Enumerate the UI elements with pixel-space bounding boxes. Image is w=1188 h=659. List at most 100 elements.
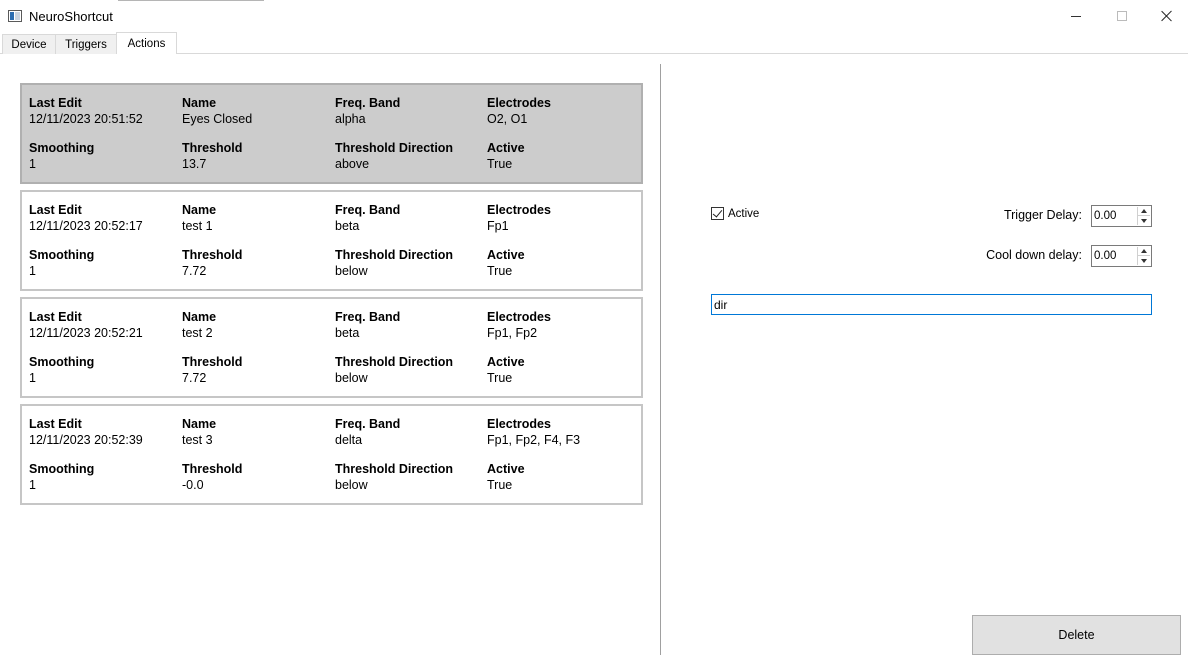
field-value-threshold: -0.0 xyxy=(182,478,204,492)
field-value-smoothing: 1 xyxy=(29,478,36,492)
minimize-icon xyxy=(1071,15,1081,17)
field-value-last-edit: 12/11/2023 20:51:52 xyxy=(29,112,143,126)
field-label-name: Name xyxy=(182,96,217,110)
field-value-last-edit: 12/11/2023 20:52:39 xyxy=(29,433,143,447)
cooldown-delay-arrows xyxy=(1137,247,1150,265)
close-button[interactable] xyxy=(1144,0,1188,32)
field-label-threshold: Threshold xyxy=(182,141,243,155)
window-title: NeuroShortcut xyxy=(29,9,113,24)
tab-device[interactable]: Device xyxy=(2,34,56,54)
field-value-last-edit: 12/11/2023 20:52:17 xyxy=(29,219,143,233)
field-value-threshold-direction: below xyxy=(335,478,368,492)
action-card[interactable]: Last Edit 12/11/2023 20:52:17 Name test 1 Fr… xyxy=(20,190,643,291)
action-card[interactable]: Last Edit 12/11/2023 20:51:52 Name Eyes Clo… xyxy=(20,83,643,184)
field-label-freq-band: Freq. Band xyxy=(335,96,401,110)
field-value-name: Eyes Closed xyxy=(182,112,253,126)
close-icon xyxy=(1161,10,1173,22)
cooldown-delay-down-button[interactable] xyxy=(1138,256,1150,265)
field-label-threshold: Threshold xyxy=(182,355,243,369)
field-label-threshold-direction: Threshold Direction xyxy=(335,248,454,262)
field-label-smoothing: Smoothing xyxy=(29,355,95,369)
field-value-threshold: 7.72 xyxy=(182,264,207,278)
field-label-name: Name xyxy=(182,310,217,324)
trigger-delay-label: Trigger Delay: xyxy=(1003,208,1082,222)
action-card[interactable]: Last Edit 12/11/2023 20:52:21 Name test 2 Fr… xyxy=(20,297,643,398)
field-value-threshold: 7.72 xyxy=(182,371,207,385)
tab-actions[interactable]: Actions xyxy=(116,32,177,54)
delete-button[interactable]: Delete xyxy=(972,615,1181,655)
field-label-smoothing: Smoothing xyxy=(29,141,95,155)
field-label-name: Name xyxy=(182,203,217,217)
field-value-last-edit: 12/11/2023 20:52:21 xyxy=(29,326,143,340)
arrow-up-icon xyxy=(1141,249,1147,253)
maximize-icon xyxy=(1117,11,1127,21)
trigger-delay-down-button[interactable] xyxy=(1138,216,1150,225)
field-label-freq-band: Freq. Band xyxy=(335,417,401,431)
field-value-threshold-direction: above xyxy=(335,157,370,171)
field-label-last-edit: Last Edit xyxy=(29,417,82,431)
field-value-active: True xyxy=(487,264,513,278)
field-value-electrodes: Fp1, Fp2 xyxy=(487,326,538,340)
title-bar: NeuroShortcut xyxy=(0,0,1188,32)
field-label-threshold: Threshold xyxy=(182,248,243,262)
field-label-last-edit: Last Edit xyxy=(29,310,82,324)
action-card[interactable]: Last Edit 12/11/2023 20:52:39 Name test 3 Fr… xyxy=(20,404,643,505)
field-label-active: Active xyxy=(487,248,525,262)
app-window-icon xyxy=(8,10,22,22)
field-value-electrodes: Fp1 xyxy=(487,219,509,233)
field-value-name: test 2 xyxy=(182,326,213,340)
tab-triggers[interactable]: Triggers xyxy=(55,34,117,54)
trigger-delay-up-button[interactable] xyxy=(1138,207,1150,216)
arrow-down-icon xyxy=(1141,218,1147,223)
field-label-electrodes: Electrodes xyxy=(487,203,551,217)
field-label-threshold-direction: Threshold Direction xyxy=(335,141,454,155)
tab-bar: Device Triggers Actions xyxy=(0,32,1188,54)
trigger-delay-input[interactable] xyxy=(1093,207,1137,225)
trigger-delay-arrows xyxy=(1137,207,1150,225)
field-label-smoothing: Smoothing xyxy=(29,462,95,476)
field-value-smoothing: 1 xyxy=(29,157,36,171)
panel-divider[interactable] xyxy=(660,64,661,655)
field-value-active: True xyxy=(487,478,513,492)
minimize-button[interactable] xyxy=(1053,0,1099,32)
arrow-down-icon xyxy=(1141,258,1147,263)
active-checkbox-label: Active xyxy=(728,207,760,220)
field-value-electrodes: O2, O1 xyxy=(487,112,528,126)
field-value-name: test 1 xyxy=(182,219,213,233)
field-value-electrodes: Fp1, Fp2, F4, F3 xyxy=(487,433,581,447)
arrow-up-icon xyxy=(1141,209,1147,213)
field-label-last-edit: Last Edit xyxy=(29,203,82,217)
field-value-freq-band: alpha xyxy=(335,112,366,126)
field-value-threshold-direction: below xyxy=(335,371,368,385)
field-label-electrodes: Electrodes xyxy=(487,417,551,431)
cooldown-delay-label: Cool down delay: xyxy=(986,248,1082,262)
active-checkbox[interactable] xyxy=(711,207,724,220)
field-value-freq-band: beta xyxy=(335,326,360,340)
field-label-active: Active xyxy=(487,355,525,369)
field-value-smoothing: 1 xyxy=(29,264,36,278)
trigger-delay-spinbox[interactable] xyxy=(1091,205,1152,227)
field-label-electrodes: Electrodes xyxy=(487,310,551,324)
field-value-threshold-direction: below xyxy=(335,264,368,278)
field-label-last-edit: Last Edit xyxy=(29,96,82,110)
field-value-smoothing: 1 xyxy=(29,371,36,385)
command-input[interactable] xyxy=(711,294,1152,315)
field-label-threshold-direction: Threshold Direction xyxy=(335,462,454,476)
maximize-button[interactable] xyxy=(1099,0,1145,32)
field-value-active: True xyxy=(487,371,513,385)
field-label-freq-band: Freq. Band xyxy=(335,310,401,324)
field-label-electrodes: Electrodes xyxy=(487,96,551,110)
field-label-freq-band: Freq. Band xyxy=(335,203,401,217)
cooldown-delay-spinbox[interactable] xyxy=(1091,245,1152,267)
active-checkbox-row[interactable]: Active xyxy=(711,207,759,220)
cooldown-delay-up-button[interactable] xyxy=(1138,247,1150,256)
field-value-active: True xyxy=(487,157,513,171)
field-label-active: Active xyxy=(487,141,525,155)
field-value-threshold: 13.7 xyxy=(182,157,207,171)
field-value-freq-band: delta xyxy=(335,433,363,447)
cooldown-delay-input[interactable] xyxy=(1093,247,1137,265)
field-value-freq-band: beta xyxy=(335,219,360,233)
field-label-threshold: Threshold xyxy=(182,462,243,476)
field-label-name: Name xyxy=(182,417,217,431)
field-label-smoothing: Smoothing xyxy=(29,248,95,262)
